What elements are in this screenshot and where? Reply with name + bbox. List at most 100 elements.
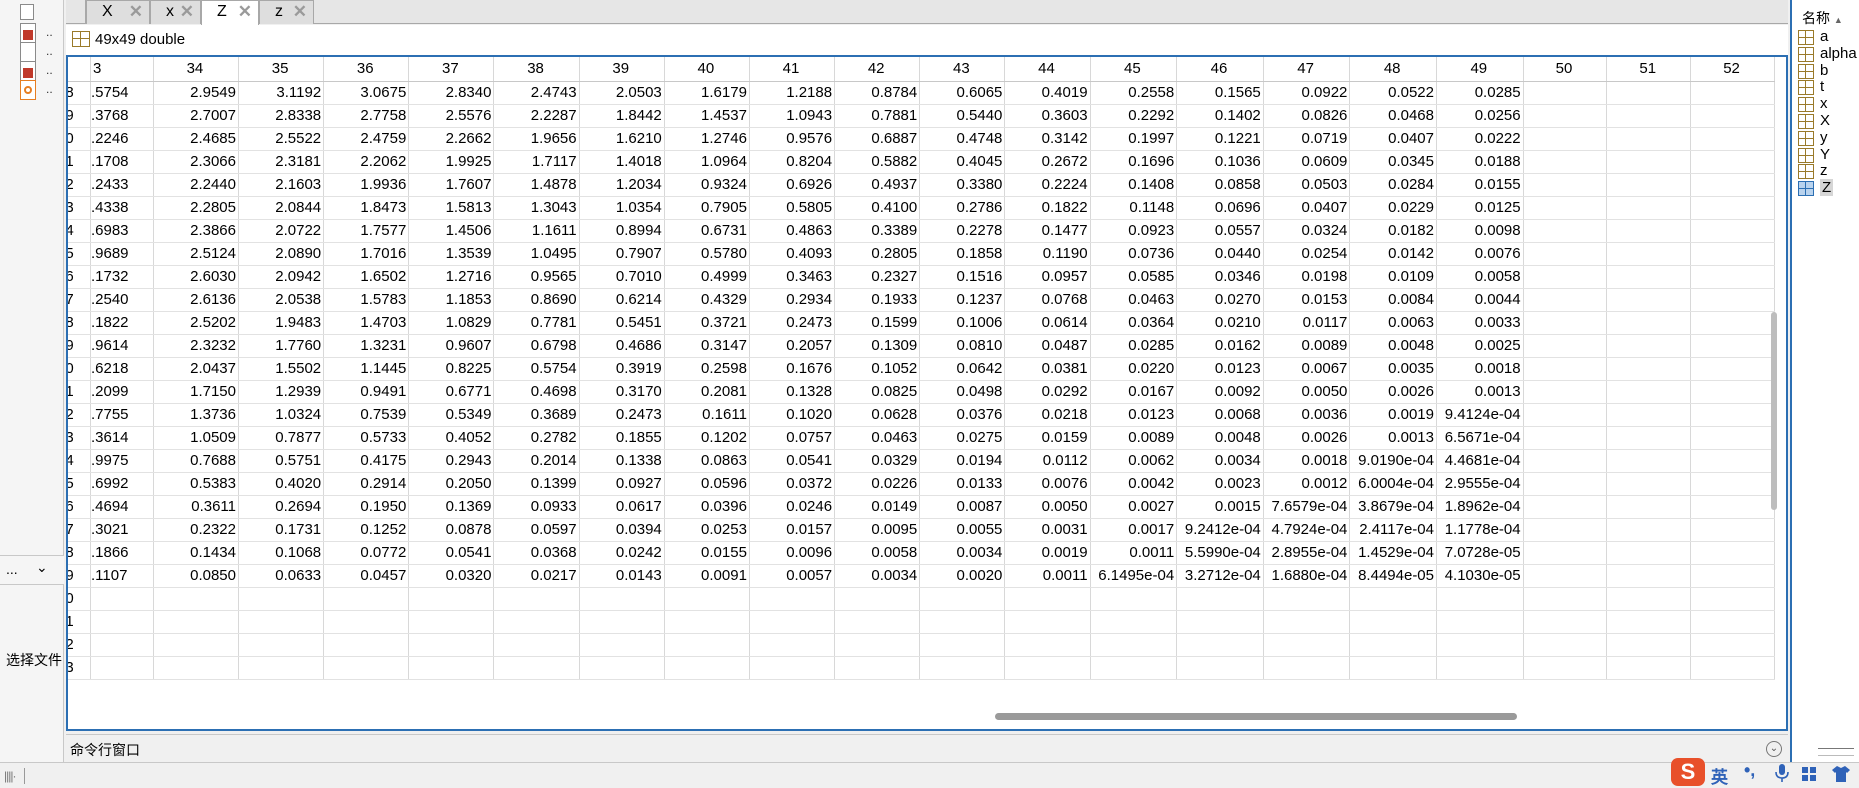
table-cell[interactable]: 0.0035 — [1349, 357, 1437, 381]
table-cell[interactable]: 0.2934 — [749, 288, 836, 312]
table-cell[interactable] — [1523, 541, 1608, 565]
table-cell[interactable] — [1606, 173, 1692, 197]
table-cell[interactable]: 0.0222 — [1436, 127, 1524, 151]
table-cell[interactable] — [1606, 196, 1692, 220]
table-cell[interactable] — [579, 633, 665, 657]
table-cell[interactable]: 4.1030e-05 — [1436, 564, 1524, 588]
table-cell[interactable]: 0.1855 — [579, 426, 665, 450]
table-cell[interactable]: 4.4681e-04 — [1436, 449, 1524, 473]
table-cell[interactable]: 2.0844 — [238, 196, 325, 220]
table-cell[interactable]: 0.0034 — [919, 541, 1006, 565]
table-cell[interactable]: 0.1933 — [834, 288, 921, 312]
table-cell[interactable]: 0.4100 — [834, 196, 921, 220]
table-cell[interactable]: 0.7877 — [238, 426, 325, 450]
table-cell[interactable] — [749, 610, 836, 634]
table-cell[interactable]: 0.0253 — [664, 518, 750, 542]
table-cell[interactable]: 0.0320 — [408, 564, 495, 588]
table-cell[interactable] — [1176, 633, 1264, 657]
table-cell[interactable]: 0.0018 — [1436, 357, 1524, 381]
table-cell[interactable]: 0.0055 — [919, 518, 1006, 542]
table-cell[interactable]: .2246 — [90, 127, 154, 151]
table-cell[interactable]: 0.0167 — [1090, 380, 1178, 404]
table-cell[interactable] — [1690, 196, 1775, 220]
table-cell[interactable] — [834, 587, 921, 611]
table-cell[interactable]: .3768 — [90, 104, 154, 128]
row-header[interactable]: 52 — [68, 633, 91, 657]
column-header[interactable]: 45 — [1090, 57, 1178, 82]
table-cell[interactable]: 0.6214 — [579, 288, 665, 312]
table-cell[interactable]: 0.0597 — [493, 518, 580, 542]
table-cell[interactable] — [238, 656, 325, 680]
table-cell[interactable]: 3.1192 — [238, 81, 325, 105]
table-cell[interactable]: 0.4093 — [749, 242, 836, 266]
table-cell[interactable]: 0.0364 — [1090, 311, 1178, 335]
table-cell[interactable]: 0.1020 — [749, 403, 836, 427]
table-cell[interactable]: 0.0155 — [664, 541, 750, 565]
table-cell[interactable]: 6.0004e-04 — [1349, 472, 1437, 496]
table-cell[interactable] — [90, 587, 154, 611]
table-cell[interactable] — [1090, 633, 1178, 657]
ime-logo-icon[interactable]: S — [1671, 758, 1705, 786]
table-cell[interactable] — [1690, 403, 1775, 427]
table-cell[interactable]: 0.0011 — [1004, 564, 1091, 588]
table-cell[interactable] — [1004, 633, 1091, 657]
table-cell[interactable] — [1606, 219, 1692, 243]
table-cell[interactable]: 1.3736 — [153, 403, 240, 427]
table-cell[interactable] — [1606, 426, 1692, 450]
table-cell[interactable]: 0.0217 — [493, 564, 580, 588]
table-cell[interactable] — [1004, 610, 1091, 634]
table-cell[interactable]: 0.0407 — [1349, 127, 1437, 151]
table-cell[interactable]: 0.1190 — [1004, 242, 1091, 266]
table-cell[interactable] — [1690, 127, 1775, 151]
table-cell[interactable]: 0.0503 — [1263, 173, 1351, 197]
table-cell[interactable]: 1.3043 — [493, 196, 580, 220]
table-cell[interactable]: 0.1434 — [153, 541, 240, 565]
table-cell[interactable]: .9975 — [90, 449, 154, 473]
table-cell[interactable]: 0.2672 — [1004, 150, 1091, 174]
table-cell[interactable]: 0.0095 — [834, 518, 921, 542]
table-cell[interactable]: 0.5754 — [493, 357, 580, 381]
table-cell[interactable] — [1690, 357, 1775, 381]
table-cell[interactable]: 0.7539 — [323, 403, 410, 427]
table-cell[interactable]: 0.0033 — [1436, 311, 1524, 335]
table-cell[interactable]: 1.4529e-04 — [1349, 541, 1437, 565]
table-cell[interactable]: 0.0042 — [1090, 472, 1178, 496]
table-cell[interactable] — [153, 633, 240, 657]
table-cell[interactable]: 0.0123 — [1176, 357, 1264, 381]
table-cell[interactable]: 6.1495e-04 — [1090, 564, 1178, 588]
table-cell[interactable] — [1690, 150, 1775, 174]
table-cell[interactable]: 0.0275 — [919, 426, 1006, 450]
table-cell[interactable]: 2.2662 — [408, 127, 495, 151]
table-cell[interactable]: 0.0050 — [1263, 380, 1351, 404]
table-cell[interactable] — [1690, 633, 1775, 657]
table-cell[interactable]: 0.0927 — [579, 472, 665, 496]
table-cell[interactable] — [1606, 334, 1692, 358]
table-cell[interactable] — [493, 656, 580, 680]
tab-X[interactable]: X ✕ — [86, 0, 150, 24]
table-cell[interactable] — [919, 587, 1006, 611]
table-cell[interactable]: 0.0092 — [1176, 380, 1264, 404]
table-cell[interactable]: 2.5522 — [238, 127, 325, 151]
table-cell[interactable]: 2.0538 — [238, 288, 325, 312]
table-cell[interactable]: 1.7016 — [323, 242, 410, 266]
table-cell[interactable]: 2.8955e-04 — [1263, 541, 1351, 565]
table-cell[interactable] — [1263, 633, 1351, 657]
table-cell[interactable]: 0.2473 — [579, 403, 665, 427]
table-cell[interactable] — [1690, 449, 1775, 473]
table-cell[interactable]: 7.0728e-05 — [1436, 541, 1524, 565]
row-header[interactable]: 39 — [68, 334, 91, 358]
table-cell[interactable]: 1.6502 — [323, 265, 410, 289]
table-cell[interactable]: 0.0394 — [579, 518, 665, 542]
table-cell[interactable]: 0.1036 — [1176, 150, 1264, 174]
table-cell[interactable]: 0.2057 — [749, 334, 836, 358]
table-cell[interactable] — [323, 633, 410, 657]
table-cell[interactable]: 0.0076 — [1436, 242, 1524, 266]
table-cell[interactable] — [1523, 288, 1608, 312]
table-cell[interactable]: 0.1822 — [1004, 196, 1091, 220]
table-cell[interactable]: 0.0068 — [1176, 403, 1264, 427]
row-header[interactable]: 35 — [68, 242, 91, 266]
row-header[interactable]: 45 — [68, 472, 91, 496]
table-cell[interactable] — [1090, 610, 1178, 634]
table-cell[interactable]: 0.0125 — [1436, 196, 1524, 220]
table-cell[interactable]: 0.2473 — [749, 311, 836, 335]
